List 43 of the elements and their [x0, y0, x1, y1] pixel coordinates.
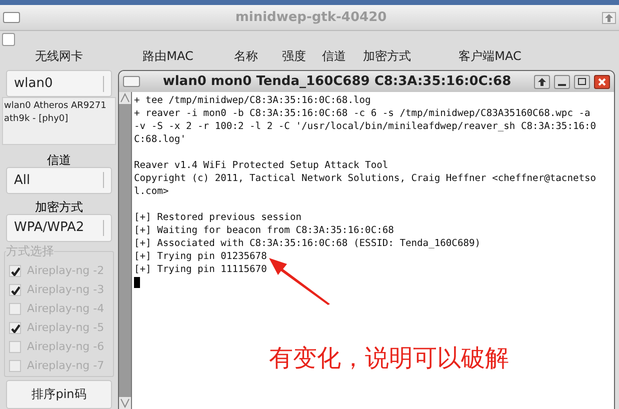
window-menu-icon[interactable] — [3, 12, 20, 23]
interface-info: wlan0 Atheros AR9271 ath9k - [phy0] — [2, 97, 116, 145]
terminal-line: [+] Associated with C8:3A:35:16:0C:68 (ESSID: Tenda_160C689) — [134, 237, 481, 250]
channel-label: 信道 — [46, 152, 72, 167]
terminal-line: + reaver -i mon0 -b C8:3A:35:16:0C:68 -c 6 -s /tmp/minidwep/C83A35160C68.wpc -a — [134, 107, 590, 120]
interface-dropdown[interactable]: wlan0 — [6, 70, 112, 98]
terminal-line: + tee /tmp/minidwep/C8:3A:35:16:0C:68.log — [134, 94, 371, 107]
terminal-line: Reaver v1.4 WiFi Protected Setup Attack Tool — [134, 159, 388, 172]
column-header: 无线网卡 — [34, 48, 84, 65]
arrow-icon — [269, 257, 331, 305]
close-icon[interactable] — [594, 74, 610, 88]
encryption-dropdown[interactable]: WPA/WPA2 — [6, 214, 112, 242]
column-header: 名称 — [233, 48, 259, 65]
terminal-line: C:68.log' — [134, 133, 186, 146]
annotation-text: 有变化，说明可以破解 — [269, 343, 509, 374]
minimize-icon[interactable] — [554, 74, 570, 88]
column-header: 加密方式 — [362, 48, 412, 65]
channel-dropdown[interactable]: All — [6, 166, 112, 194]
terminal-line: [+] Trying pin 01235678 — [134, 250, 267, 263]
column-header: 强度 — [281, 48, 307, 65]
cursor — [134, 277, 140, 288]
scroll-up-icon[interactable] — [119, 92, 131, 104]
checkbox[interactable] — [9, 284, 21, 296]
scroll-down-icon[interactable] — [119, 397, 131, 409]
checkbox[interactable] — [2, 33, 15, 46]
column-header: 客户端MAC — [458, 48, 522, 65]
encryption-label: 加密方式 — [34, 199, 84, 214]
checkbox[interactable] — [9, 322, 21, 334]
terminal-line: [+] Waiting for beacon from C8:3A:35:16:0C:68 — [134, 224, 394, 237]
terminal-line: [+] Restored previous session — [134, 211, 302, 224]
terminal-line: -v -S -x 2 -r 100:2 -l 2 -C '/usr/local/bin/minileafdwep/reaver_sh C8:3A:35:16:0 — [134, 120, 596, 133]
checkbox[interactable] — [9, 265, 21, 278]
terminal-title: wlan0 mon0 Tenda_160C689 C8:3A:35:16:0C:68 — [162, 72, 512, 91]
window-menu-icon[interactable] — [123, 76, 140, 87]
terminal-line: Copyright (c) 2011, Tactical Network Solutions, Craig Heffner <cheffner@tacnetso — [134, 172, 596, 185]
terminal-line: [+] Trying pin 11115670 — [134, 263, 267, 276]
scrollbar[interactable] — [119, 92, 132, 409]
sort-pin-button[interactable]: 排序pin码 — [6, 380, 112, 409]
column-header: 路由MAC — [142, 48, 194, 65]
maximize-icon[interactable] — [574, 74, 590, 88]
terminal-line: l.com> — [134, 185, 169, 198]
window-title: minidwep-gtk-40420 — [234, 8, 388, 27]
column-header: 信道 — [321, 48, 347, 65]
